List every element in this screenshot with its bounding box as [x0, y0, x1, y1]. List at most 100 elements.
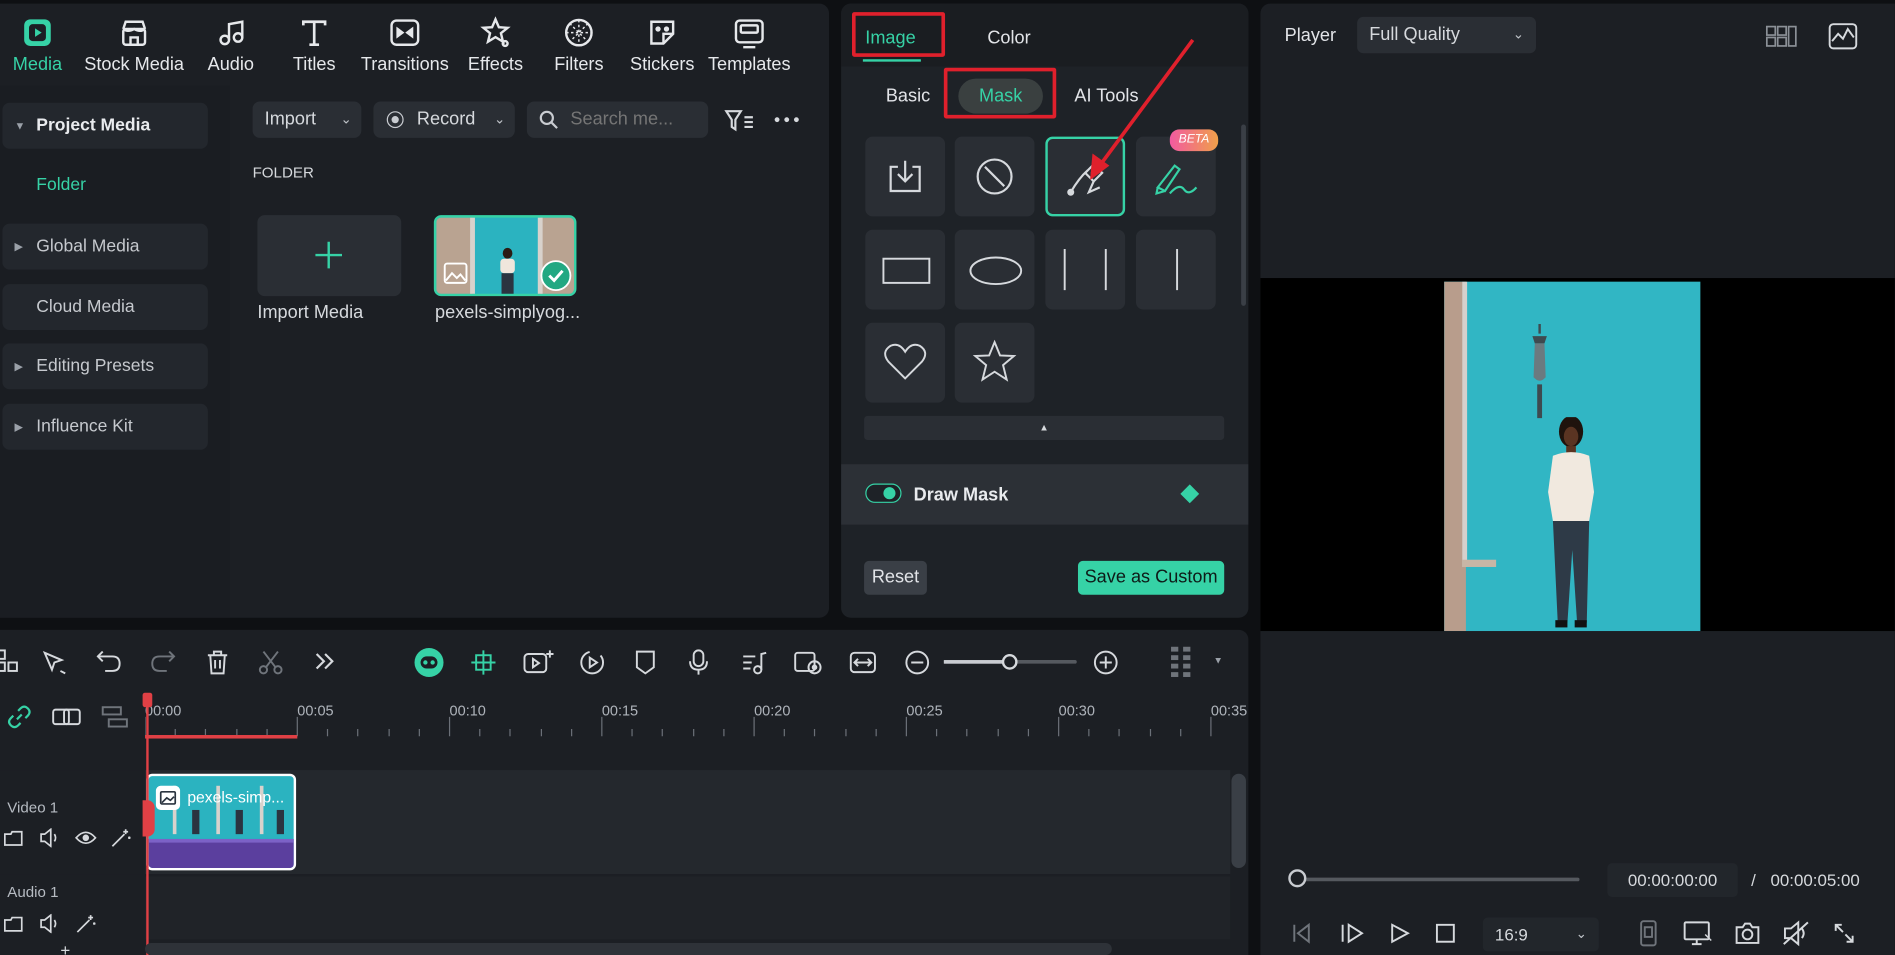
- filter-icon[interactable]: [724, 109, 755, 133]
- filters-icon: [562, 16, 596, 50]
- chevron-down-icon: ⌄: [340, 112, 352, 127]
- rectangle-icon: [882, 257, 931, 284]
- mask-import-button[interactable]: [865, 136, 946, 217]
- media-clip-thumbnail[interactable]: [433, 215, 577, 297]
- scopes-icon[interactable]: [1828, 23, 1858, 50]
- video-track-label: Video 1: [7, 799, 59, 817]
- zoom-out-icon[interactable]: [904, 649, 931, 676]
- media-panel: Media Stock Media Audio Titles Transitio…: [0, 3, 830, 618]
- fullscreen-icon[interactable]: [1833, 922, 1855, 944]
- audio-mute-icon[interactable]: [1781, 920, 1810, 947]
- mask-none-button[interactable]: [954, 136, 1035, 217]
- sidebar-item-project-media[interactable]: ▼ Project Media: [2, 102, 208, 149]
- mask-double-line-button[interactable]: [1045, 229, 1126, 310]
- reset-button[interactable]: Reset: [864, 560, 927, 595]
- fit-timeline-icon[interactable]: [849, 649, 877, 676]
- subtab-basic[interactable]: Basic: [886, 86, 930, 107]
- preview-render-icon[interactable]: [794, 649, 823, 676]
- save-as-custom-button[interactable]: Save as Custom: [1077, 560, 1225, 595]
- layout-icon[interactable]: [0, 649, 19, 673]
- playhead-handle[interactable]: [142, 692, 153, 708]
- layout-grid-icon[interactable]: [1765, 25, 1797, 47]
- speed-icon[interactable]: [579, 649, 606, 676]
- caret-right-icon: ▶: [14, 420, 23, 433]
- add-track-icon[interactable]: +: [60, 941, 70, 955]
- redo-icon[interactable]: [150, 649, 177, 673]
- previous-frame-icon[interactable]: [1291, 922, 1313, 944]
- mask-star-button[interactable]: [954, 322, 1035, 403]
- search-input[interactable]: [570, 108, 701, 130]
- import-dropdown[interactable]: Import ⌄: [252, 101, 362, 138]
- aspect-ratio-dropdown[interactable]: 16:9 ⌄: [1482, 917, 1599, 952]
- tab-stock-media[interactable]: Stock Media: [80, 16, 189, 75]
- volume-icon[interactable]: [39, 913, 61, 934]
- tab-titles[interactable]: Titles: [285, 16, 343, 75]
- playback-scrubber[interactable]: [1296, 877, 1580, 882]
- zoom-in-icon[interactable]: [1092, 649, 1119, 676]
- stop-icon[interactable]: [1435, 923, 1455, 943]
- quality-dropdown[interactable]: Full Quality ⌄: [1357, 16, 1537, 54]
- magic-icon[interactable]: [75, 914, 97, 933]
- play-clip-icon[interactable]: [1340, 922, 1364, 944]
- link-icon[interactable]: [7, 705, 31, 729]
- marker-icon[interactable]: [634, 649, 656, 676]
- tab-templates[interactable]: Templates: [706, 16, 793, 75]
- import-media-button[interactable]: [257, 215, 402, 297]
- double-line-icon: [1060, 247, 1111, 293]
- select-tool-icon[interactable]: [41, 649, 68, 676]
- current-time-display[interactable]: 00:00:00:00: [1607, 863, 1738, 898]
- delete-icon[interactable]: [205, 649, 229, 676]
- mask-rectangle-button[interactable]: [865, 229, 946, 310]
- display-settings-icon[interactable]: [1683, 920, 1712, 947]
- microphone-icon[interactable]: [688, 649, 710, 676]
- sidebar-item-cloud-media[interactable]: Cloud Media: [2, 284, 208, 331]
- sidebar-item-influence-kit[interactable]: ▶ Influence Kit: [2, 403, 208, 450]
- tab-color[interactable]: Color: [987, 28, 1030, 49]
- record-dropdown[interactable]: Record ⌄: [373, 101, 515, 138]
- track-manager-icon[interactable]: [101, 706, 129, 728]
- track-settings-icon[interactable]: [1170, 644, 1197, 678]
- caret-down-icon[interactable]: ▼: [1213, 655, 1223, 666]
- sidebar-item-global-media[interactable]: ▶ Global Media: [2, 223, 208, 270]
- audio-edit-icon[interactable]: [741, 649, 768, 676]
- tab-transitions[interactable]: Transitions: [360, 16, 449, 75]
- keyframe-diamond-icon[interactable]: [1180, 484, 1200, 504]
- more-tools-icon[interactable]: [313, 649, 337, 673]
- tab-media[interactable]: Media: [10, 16, 66, 75]
- no-mask-icon: [975, 157, 1014, 196]
- zoom-slider-handle[interactable]: [1001, 654, 1018, 670]
- split-icon[interactable]: [257, 649, 284, 676]
- magic-icon[interactable]: [110, 828, 132, 847]
- visibility-icon[interactable]: [75, 831, 97, 846]
- tab-filters[interactable]: Filters: [551, 16, 607, 75]
- group-icon[interactable]: [52, 706, 81, 728]
- ai-copilot-icon[interactable]: [413, 647, 444, 678]
- snap-icon[interactable]: [470, 649, 497, 676]
- tab-effects[interactable]: Effects: [464, 16, 527, 75]
- volume-icon[interactable]: [39, 828, 61, 848]
- portrait-mode-icon[interactable]: [1639, 920, 1658, 947]
- undo-icon[interactable]: [95, 649, 122, 673]
- collapse-bar[interactable]: ▲: [864, 415, 1225, 441]
- timeline-video-clip[interactable]: pexels-simp...: [146, 773, 297, 871]
- properties-scrollbar[interactable]: [1241, 124, 1246, 306]
- sidebar-item-folder[interactable]: Folder: [36, 175, 86, 194]
- mask-single-line-button[interactable]: [1135, 229, 1216, 310]
- timeline-vertical-scrollbar[interactable]: [1231, 773, 1246, 868]
- add-media-track-icon[interactable]: [523, 649, 554, 676]
- tab-audio[interactable]: Audio: [201, 16, 261, 75]
- more-options-icon[interactable]: [773, 115, 800, 125]
- lock-track-icon[interactable]: [3, 828, 23, 847]
- lock-track-icon[interactable]: [3, 914, 23, 933]
- scrubber-handle[interactable]: [1288, 869, 1307, 888]
- player-panel: Player Full Quality ⌄ 00:00:00:00 / 00:0…: [1260, 3, 1895, 955]
- snapshot-icon[interactable]: [1734, 921, 1761, 945]
- sidebar-item-editing-presets[interactable]: ▶ Editing Presets: [2, 343, 208, 390]
- mask-heart-button[interactable]: [865, 322, 946, 403]
- play-icon[interactable]: [1389, 922, 1411, 944]
- tab-stickers[interactable]: Stickers: [628, 16, 696, 75]
- mask-ellipse-button[interactable]: [954, 229, 1035, 310]
- import-media-label: Import Media: [257, 302, 364, 323]
- draw-mask-toggle[interactable]: [865, 483, 902, 503]
- timeline-horizontal-scrollbar[interactable]: [145, 942, 1112, 955]
